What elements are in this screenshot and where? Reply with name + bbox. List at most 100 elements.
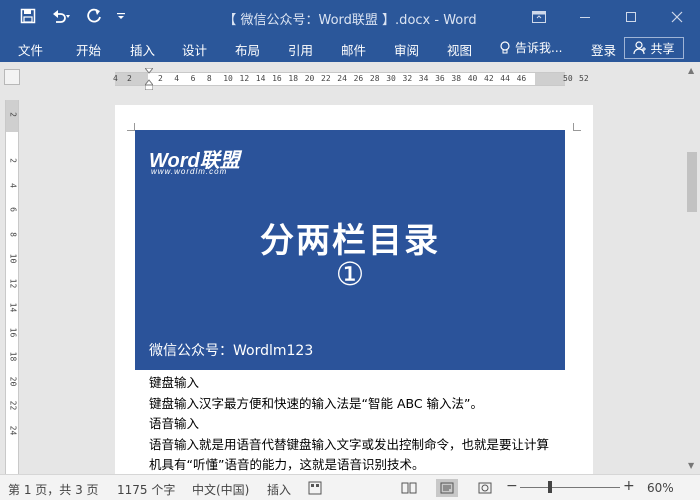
vruler-number: 2 xyxy=(8,158,18,163)
ruler-number: 34 xyxy=(418,74,429,83)
scrollbar-thumb[interactable] xyxy=(687,152,697,212)
vruler-number: 6 xyxy=(8,207,18,212)
paragraph: 键盘输入汉字最方便和快速的输入法是“智能 ABC 输入法”。 xyxy=(149,395,484,411)
indent-marker[interactable] xyxy=(145,68,153,90)
ruler-number: 36 xyxy=(435,74,445,83)
document-body[interactable]: 键盘输入 键盘输入汉字最方便和快速的输入法是“智能 ABC 输入法”。 语音输入… xyxy=(149,373,569,476)
ruler-number: 40 xyxy=(467,74,478,83)
ribbon-display-options-icon[interactable] xyxy=(516,0,562,33)
ruler-number: 38 xyxy=(451,74,462,83)
page-count[interactable]: 第 1 页，共 3 页 xyxy=(8,481,99,498)
zoom-in-icon[interactable]: + xyxy=(623,478,635,494)
sign-in-link[interactable]: 登录 xyxy=(591,40,616,59)
language-indicator[interactable]: 中文(中国) xyxy=(192,481,249,498)
vruler-number: 16 xyxy=(8,327,18,337)
ruler-number: 22 xyxy=(321,74,331,83)
scroll-down-icon[interactable]: ▼ xyxy=(688,461,694,470)
ruler-right-margin xyxy=(535,73,565,85)
ruler-number: 32 xyxy=(402,74,413,83)
ruler-number: 14 xyxy=(255,74,266,83)
ruler-number: 2 xyxy=(127,74,132,83)
ruler-number: 10 xyxy=(223,74,233,83)
crop-mark-top-right xyxy=(573,123,581,131)
share-button[interactable]: 共享 xyxy=(624,37,684,59)
ruler-number: 44 xyxy=(500,74,510,83)
vruler-number: 20 xyxy=(8,376,18,386)
word-count[interactable]: 1175 个字 xyxy=(117,481,175,498)
paragraph: 机具有“听懂”语音的能力，这就是语音识别技术。 xyxy=(149,457,425,472)
ribbon-tabs: 文件 开始 插入 设计 布局 引用 邮件 审阅 视图 告诉我... 登录 共享 xyxy=(0,33,700,62)
vruler-number: 22 xyxy=(8,400,18,411)
lightbulb-icon xyxy=(500,40,510,53)
minimize-icon[interactable] xyxy=(562,0,608,33)
ruler-number: 20 xyxy=(304,74,315,83)
horizontal-ruler[interactable]: 4 2 2 4 6 8 10 12 14 16 18 20 22 24 26 28 30 32 34 36 38 40 42… xyxy=(113,72,589,86)
vruler-number: 8 xyxy=(8,231,18,237)
ruler-number: 16 xyxy=(272,74,282,83)
tab-view[interactable]: 视图 xyxy=(447,40,472,59)
heading-voice-input: 语音输入 xyxy=(149,416,200,431)
ruler-number: 8 xyxy=(206,74,212,83)
ruler-number: 30 xyxy=(386,74,396,83)
vruler-number: 4 xyxy=(8,182,18,188)
ruler-number: 52 xyxy=(579,74,589,83)
title-bar: 【 微信公众号：Word联盟 】.docx - Word xyxy=(0,0,700,33)
zoom-out-icon[interactable]: − xyxy=(506,478,518,494)
web-layout-button[interactable] xyxy=(474,479,496,497)
print-layout-button[interactable] xyxy=(436,479,458,497)
vruler-number: 10 xyxy=(8,253,18,264)
vruler-number: 12 xyxy=(8,278,18,288)
ruler-number: 4 xyxy=(174,74,180,83)
insert-mode[interactable]: 插入 xyxy=(267,481,291,498)
zoom-slider-thumb[interactable] xyxy=(548,481,552,493)
banner-number: ① xyxy=(335,255,365,293)
read-mode-button[interactable] xyxy=(398,479,420,497)
tab-design[interactable]: 设计 xyxy=(182,40,207,59)
ruler-area: 4 2 2 4 6 8 10 12 14 16 18 20 22 24 26 28 30 32 34 36 38 40 42… xyxy=(0,62,700,92)
tab-layout[interactable]: 布局 xyxy=(235,40,260,59)
vruler-number: 14 xyxy=(8,302,18,313)
web-icon xyxy=(478,482,492,494)
scroll-up-icon[interactable]: ▲ xyxy=(688,66,694,75)
zoom-level[interactable]: 60% xyxy=(647,481,674,495)
heading-keyboard-input: 键盘输入 xyxy=(149,375,200,390)
ruler-number: 4 xyxy=(113,74,118,83)
tab-mailings[interactable]: 邮件 xyxy=(341,40,366,59)
banner-footer: 微信公众号：Wordlm123 xyxy=(149,343,314,359)
tell-me-label: 告诉我... xyxy=(515,41,563,55)
maximize-icon[interactable] xyxy=(608,0,654,33)
ruler-number: 24 xyxy=(337,74,347,83)
crop-mark-top-left xyxy=(127,123,135,131)
ruler-number: 2 xyxy=(158,74,163,83)
banner-logo-url: www.wordlm.com xyxy=(151,167,228,176)
ruler-number: 28 xyxy=(369,74,380,83)
vruler-number: 18 xyxy=(8,351,18,362)
paragraph: 语音输入就是用语音代替键盘输入文字或发出控制命令，也就是要让计算 xyxy=(149,436,550,452)
ruler-number: 42 xyxy=(484,74,494,83)
close-icon[interactable] xyxy=(654,0,700,33)
vertical-scrollbar[interactable]: ▲ ▼ xyxy=(684,62,700,474)
ruler-number: 26 xyxy=(353,74,364,83)
ruler-number: 46 xyxy=(516,74,527,83)
ruler-number: 18 xyxy=(288,74,299,83)
ruler-number: 6 xyxy=(190,74,196,83)
vruler-number: 24 xyxy=(8,425,18,435)
tab-insert[interactable]: 插入 xyxy=(130,40,155,59)
tab-references[interactable]: 引用 xyxy=(288,40,313,59)
status-bar: 第 1 页，共 3 页 1175 个字 中文(中国) 插入 − + 60% xyxy=(0,474,700,500)
tab-review[interactable]: 审阅 xyxy=(394,40,419,59)
ruler-number: 12 xyxy=(239,74,250,83)
tab-home[interactable]: 开始 xyxy=(76,40,101,59)
tab-selector[interactable] xyxy=(4,69,20,85)
tell-me-box[interactable]: 告诉我... xyxy=(499,39,562,56)
vruler-number: 2 xyxy=(8,112,18,117)
tab-file[interactable]: 文件 xyxy=(18,40,43,59)
vertical-ruler[interactable]: 2 2 4 6 8 10 12 14 16 18 20 22 24 xyxy=(5,100,19,474)
macro-record-icon[interactable] xyxy=(308,481,322,495)
zoom-slider[interactable] xyxy=(520,487,620,488)
document-page[interactable]: Word联盟 www.wordlm.com 分两栏目录 ① 微信公众号：Word… xyxy=(115,105,593,474)
banner-image: Word联盟 www.wordlm.com 分两栏目录 ① 微信公众号：Word… xyxy=(135,130,565,370)
person-icon xyxy=(633,41,647,55)
book-icon xyxy=(401,482,417,494)
window-controls xyxy=(516,0,700,33)
